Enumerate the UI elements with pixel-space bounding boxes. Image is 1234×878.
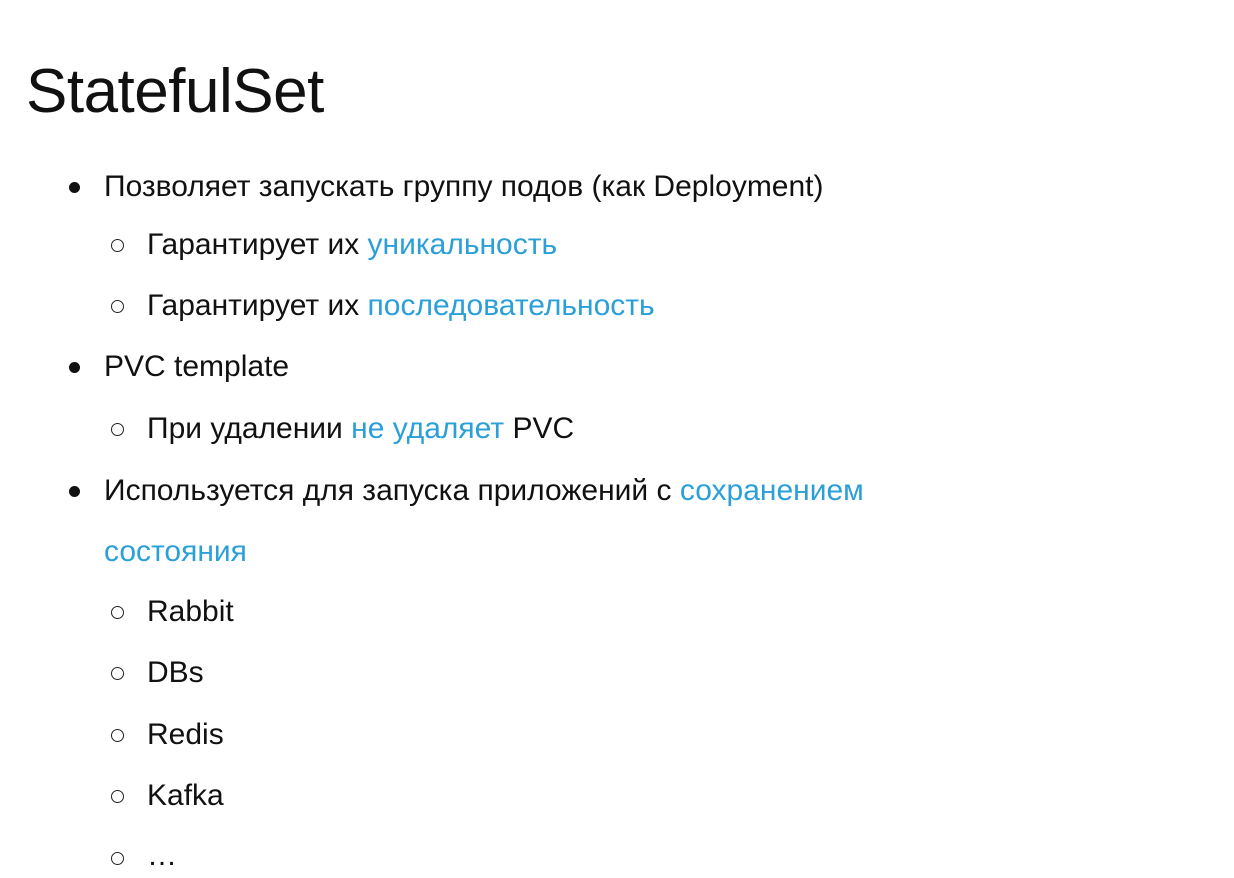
sub-bullet-icon [111,423,124,436]
sub-list-item-text: Гарантирует их [147,228,368,261]
bullet-icon [69,362,80,373]
bullet-icon [69,486,80,497]
highlight-text: последовательность [367,289,655,322]
sub-list-item-text: При удалении [147,412,352,445]
sub-list-item: Kafka [147,778,224,814]
sub-list-item: Гарантирует их последовательность [147,288,655,324]
list-item: PVC template [104,349,289,385]
slide: StatefulSet Позволяет запускать группу п… [0,0,1234,878]
sub-list-item-text: Rabbit [147,595,234,628]
sub-bullet-icon [111,667,124,680]
list-item-text: Используется для запуска приложений с [104,474,680,507]
sub-bullet-icon [111,729,124,742]
sub-list-item: Rabbit [147,594,234,630]
list-item: Позволяет запускать группу подов (как De… [104,169,824,205]
slide-title: StatefulSet [26,57,324,126]
sub-bullet-icon [111,790,124,803]
sub-list-item-text: DBs [147,656,204,689]
sub-list-item-text: Kafka [147,779,224,812]
sub-list-item: … [147,838,177,874]
highlight-text: не удаляет [351,412,505,445]
sub-bullet-icon [111,606,124,619]
highlight-text: сохранением [679,474,864,507]
sub-list-item-suffix: PVC [504,412,575,445]
list-item-text: PVC template [104,350,290,383]
sub-list-item-text: Redis [147,718,224,751]
sub-list-item: DBs [147,655,204,691]
list-item-continuation: состояния [104,534,247,570]
sub-bullet-icon [111,239,124,252]
highlight-text: состояния [104,535,247,568]
sub-bullet-icon [111,852,124,865]
sub-list-item-text: Гарантирует их [147,289,368,322]
sub-list-item-text: … [147,839,177,872]
sub-list-item: При удалении не удаляет PVC [147,411,574,447]
bullet-icon [69,182,80,193]
list-item: Используется для запуска приложений с со… [104,473,864,509]
sub-bullet-icon [111,300,124,313]
sub-list-item: Гарантирует их уникальность [147,227,557,263]
list-item-text: Позволяет запускать группу подов (как De… [104,170,824,203]
highlight-text: уникальность [367,228,558,261]
sub-list-item: Redis [147,717,224,753]
